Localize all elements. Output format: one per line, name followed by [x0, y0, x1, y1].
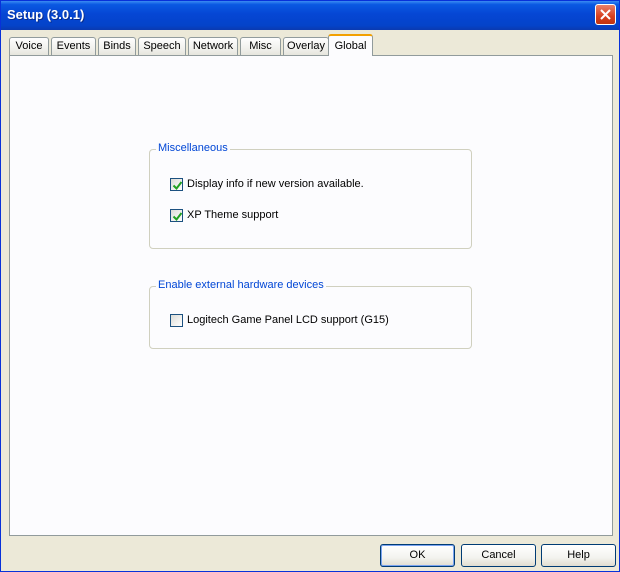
close-button[interactable]: [595, 4, 616, 25]
xp-theme-checkbox[interactable]: [170, 209, 183, 222]
close-icon: [600, 9, 611, 20]
cancel-button-label: Cancel: [481, 549, 516, 561]
setup-window: Setup (3.0.1) Voice Events Binds Speech …: [0, 0, 620, 572]
tab-label: Speech: [143, 40, 181, 52]
group-title-miscellaneous: Miscellaneous: [156, 142, 230, 154]
tab-voice[interactable]: Voice: [9, 37, 49, 55]
ok-button[interactable]: OK: [380, 544, 455, 567]
tab-global[interactable]: Global: [328, 34, 373, 56]
tab-network[interactable]: Network: [188, 37, 238, 55]
tab-events[interactable]: Events: [51, 37, 96, 55]
tab-label: Misc: [249, 40, 272, 52]
group-title-hardware: Enable external hardware devices: [156, 279, 326, 291]
tab-binds[interactable]: Binds: [98, 37, 136, 55]
hardware-devices-group: Enable external hardware devices Logitec…: [149, 279, 472, 349]
tab-label: Global: [334, 40, 367, 52]
miscellaneous-group: Miscellaneous Display info if new versio…: [149, 142, 472, 249]
logitech-g15-label: Logitech Game Panel LCD support (G15): [187, 314, 389, 326]
tab-label: Events: [56, 40, 91, 52]
help-button[interactable]: Help: [541, 544, 616, 567]
checkmark-icon: [172, 212, 183, 222]
display-version-info-checkbox[interactable]: [170, 178, 183, 191]
xp-theme-label: XP Theme support: [187, 209, 279, 221]
title-bar[interactable]: Setup (3.0.1): [1, 1, 619, 30]
window-title: Setup (3.0.1): [7, 7, 85, 22]
cancel-button[interactable]: Cancel: [461, 544, 536, 567]
checkmark-icon: [172, 181, 183, 191]
tab-overlay[interactable]: Overlay: [283, 37, 329, 55]
tab-label: Overlay: [287, 40, 325, 52]
tab-speech[interactable]: Speech: [138, 37, 186, 55]
tab-label: Binds: [103, 40, 131, 52]
tab-panel-global: Miscellaneous Display info if new versio…: [9, 55, 613, 536]
ok-button-label: OK: [409, 549, 426, 561]
logitech-g15-checkbox[interactable]: [170, 314, 183, 327]
help-button-label: Help: [567, 549, 590, 561]
tab-label: Network: [192, 40, 234, 52]
tab-misc[interactable]: Misc: [240, 37, 281, 55]
display-version-info-label: Display info if new version available.: [187, 178, 364, 190]
tab-label: Voice: [15, 40, 43, 52]
